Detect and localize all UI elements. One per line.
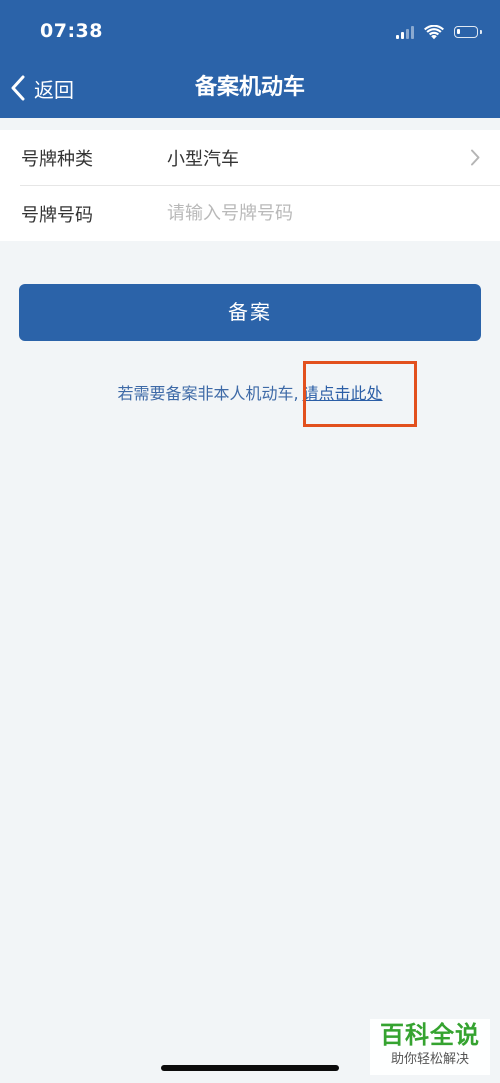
wifi-icon <box>424 24 444 39</box>
helper-text: 若需要备案非本人机动车, 请点击此处 <box>0 380 500 404</box>
annotation-highlight-box <box>303 361 417 427</box>
status-bar: 07:38 <box>0 0 500 62</box>
vehicle-form: 号牌种类 小型汽车 号牌号码 <box>0 130 500 241</box>
plate-type-value: 小型汽车 <box>167 148 239 170</box>
battery-level <box>457 29 460 34</box>
submit-button[interactable]: 备案 <box>19 284 481 341</box>
chevron-right-icon <box>471 149 480 166</box>
status-time: 07:38 <box>40 20 103 42</box>
cellular-signal-icon <box>396 25 414 39</box>
home-indicator[interactable] <box>161 1065 339 1071</box>
helper-message: 若需要备案非本人机动车, <box>117 384 299 403</box>
battery-icon <box>454 26 482 38</box>
watermark: 百科全说 助你轻松解决 <box>370 1019 490 1075</box>
watermark-title: 百科全说 <box>380 1021 480 1049</box>
plate-number-label: 号牌号码 <box>21 204 93 226</box>
plate-type-row[interactable]: 号牌种类 小型汽车 <box>0 130 500 185</box>
app-header: 07:38 返回 备案机动车 <box>0 0 500 118</box>
plate-number-input[interactable] <box>165 193 469 234</box>
status-icons <box>396 21 482 43</box>
plate-number-row: 号牌号码 <box>0 186 500 241</box>
page-title: 备案机动车 <box>194 75 305 100</box>
plate-type-label: 号牌种类 <box>21 148 93 170</box>
watermark-subtitle: 助你轻松解决 <box>390 1052 469 1067</box>
